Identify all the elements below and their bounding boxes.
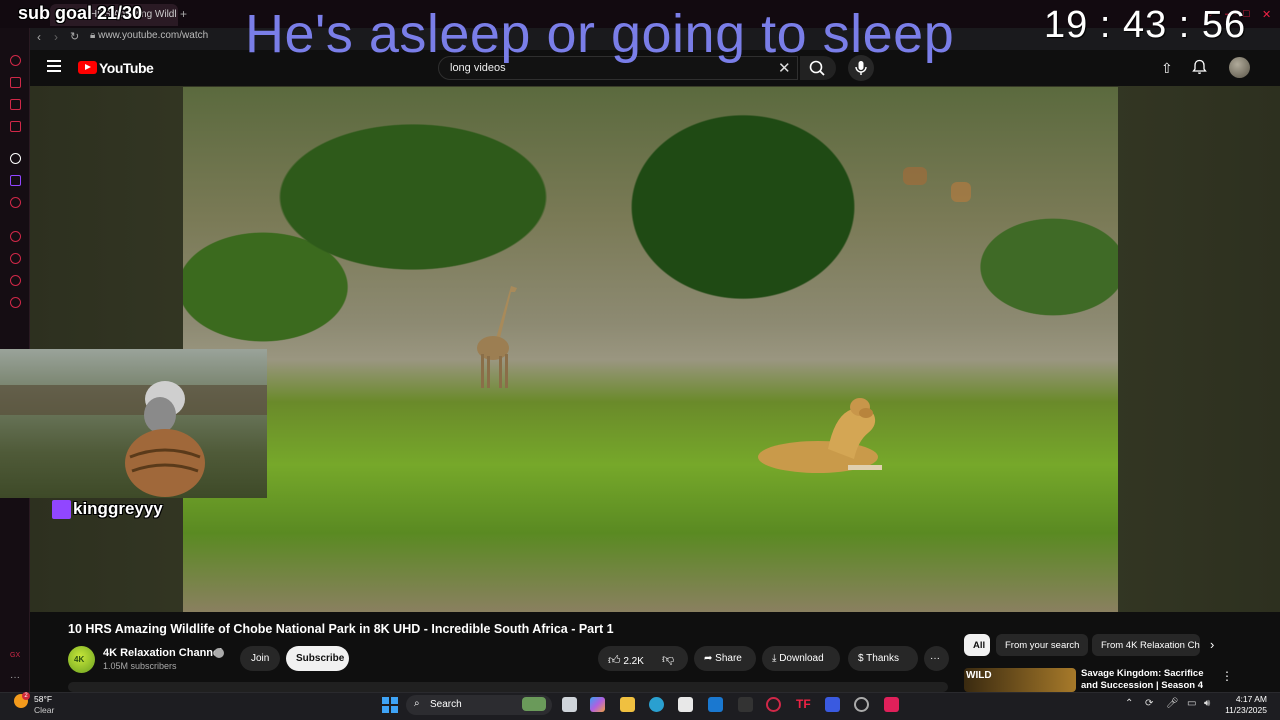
join-button[interactable]: Join bbox=[240, 646, 280, 671]
channel-name[interactable]: 4K Relaxation Channel bbox=[103, 647, 222, 659]
sidebar-gx-icon[interactable]: GX bbox=[10, 652, 20, 659]
more-actions-button[interactable]: ··· bbox=[924, 646, 949, 671]
download-label: Download bbox=[779, 653, 824, 664]
sidebar-media-icon[interactable] bbox=[10, 121, 21, 132]
like-count: 2.2K bbox=[623, 656, 644, 667]
like-button[interactable]: 👍︎ 2.2K bbox=[608, 653, 644, 667]
tf-app-icon[interactable]: TF bbox=[796, 697, 811, 712]
obs-icon[interactable] bbox=[854, 697, 869, 712]
sidebar-clock-icon[interactable] bbox=[10, 253, 21, 264]
tray-mic-icon[interactable]: 🎤︎ bbox=[1166, 698, 1179, 709]
sidebar-aria-icon[interactable] bbox=[10, 153, 21, 164]
sidebar-chat-icon[interactable] bbox=[10, 275, 21, 286]
weather-temperature[interactable]: 58°F bbox=[34, 694, 52, 704]
twitch-icon bbox=[52, 500, 71, 519]
lioness-figure bbox=[758, 398, 882, 473]
chip-from-channel[interactable]: From 4K Relaxation Channel bbox=[1092, 634, 1200, 656]
like-dislike-group: 👍︎ 2.2K 👎︎ bbox=[598, 646, 688, 671]
lock-icon: 🔒︎ bbox=[90, 30, 99, 41]
youtube-logo-icon[interactable] bbox=[78, 61, 97, 74]
opera-gx-icon[interactable] bbox=[766, 697, 781, 712]
sidebar-music-icon[interactable] bbox=[10, 197, 21, 208]
thumbs-down-icon: 👎︎ bbox=[662, 652, 675, 666]
chip-from-your-search[interactable]: From your search bbox=[996, 634, 1088, 656]
share-button[interactable]: ➦ Share bbox=[694, 646, 756, 671]
video-player[interactable] bbox=[183, 87, 1118, 612]
subscriber-count: 1.05M subscribers bbox=[103, 661, 177, 671]
app-icon[interactable] bbox=[738, 697, 753, 712]
antelope-figure bbox=[951, 182, 971, 202]
forward-icon[interactable]: › bbox=[54, 30, 58, 44]
outlook-icon[interactable] bbox=[708, 697, 723, 712]
more-horizontal-icon: ··· bbox=[930, 653, 940, 664]
close-window-icon[interactable]: ✕ bbox=[1262, 8, 1271, 21]
tray-clock-date[interactable]: 11/23/2025 bbox=[1224, 705, 1267, 715]
sidebar-player-icon[interactable] bbox=[10, 231, 21, 242]
thanks-icon: $ bbox=[858, 653, 867, 664]
file-explorer-icon[interactable] bbox=[620, 697, 635, 712]
share-label: Share bbox=[715, 653, 742, 664]
video-title: 10 HRS Amazing Wildlife of Chobe Nationa… bbox=[68, 622, 614, 636]
sidebar-messenger-icon[interactable] bbox=[10, 99, 21, 110]
windows-start-icon[interactable] bbox=[382, 697, 398, 713]
chevron-right-icon[interactable]: › bbox=[1210, 637, 1214, 652]
stream-caption-overlay: He's asleep or going to sleep bbox=[245, 4, 955, 64]
search-highlight-icon bbox=[522, 697, 546, 711]
tray-display-icon[interactable]: ▭ bbox=[1187, 698, 1196, 709]
weather-notification-badge: 2 bbox=[22, 692, 30, 700]
streamer-name: kinggreyyy bbox=[73, 499, 163, 518]
dislike-button[interactable]: 👎︎ bbox=[662, 652, 674, 667]
taskbar-search-label: Search bbox=[430, 699, 462, 710]
chip-all[interactable]: All bbox=[964, 634, 990, 656]
verified-badge-icon bbox=[214, 648, 224, 658]
subscribe-button[interactable]: Subscribe bbox=[286, 646, 349, 671]
thumbs-up-icon: 👍︎ bbox=[608, 653, 621, 667]
taskbar-search[interactable]: ⌕ Search bbox=[406, 695, 552, 715]
tray-volume-icon[interactable]: 🔊︎ bbox=[1204, 698, 1210, 709]
youtube-logo-text[interactable]: YouTube bbox=[99, 60, 154, 76]
webcam-overlay bbox=[0, 349, 267, 498]
windows-taskbar bbox=[0, 692, 1280, 720]
giraffe-figure bbox=[477, 286, 517, 388]
tray-clock-time[interactable]: 4:17 AM bbox=[1230, 694, 1267, 704]
account-avatar[interactable] bbox=[1229, 57, 1250, 78]
sidebar-more-icon[interactable]: ··· bbox=[10, 672, 20, 683]
copilot-icon[interactable] bbox=[590, 697, 605, 712]
tiktok-icon[interactable] bbox=[884, 697, 899, 712]
thumbnail-label: WILD bbox=[966, 670, 992, 681]
app-blue-icon[interactable] bbox=[825, 697, 840, 712]
webcam-avatar-character bbox=[125, 381, 205, 497]
share-icon: ➦ bbox=[704, 653, 716, 664]
more-vertical-icon[interactable]: ⋮ bbox=[1221, 669, 1233, 683]
antelope-figure bbox=[903, 167, 927, 185]
reload-icon[interactable]: ↻ bbox=[70, 30, 79, 43]
sidebar-shopping-icon[interactable] bbox=[10, 77, 21, 88]
new-tab-icon[interactable]: + bbox=[180, 7, 187, 21]
thanks-label: Thanks bbox=[866, 653, 899, 664]
task-view-icon[interactable] bbox=[562, 697, 577, 712]
edge-icon[interactable] bbox=[649, 697, 664, 712]
tray-overflow-icon[interactable]: ⌃ bbox=[1125, 698, 1133, 709]
recommended-video-title[interactable]: Savage Kingdom: Sacrifice and Succession… bbox=[1081, 668, 1221, 692]
channel-avatar-text: 4K bbox=[74, 655, 85, 664]
back-icon[interactable]: ‹ bbox=[37, 30, 41, 44]
tray-sync-icon[interactable]: ⟳ bbox=[1145, 698, 1153, 709]
url-text: www.youtube.com/watch bbox=[98, 30, 209, 41]
sidebar-twitch-icon[interactable] bbox=[10, 175, 21, 186]
download-button[interactable]: ⤓ Download bbox=[762, 646, 840, 671]
create-upload-icon[interactable]: ⇧ bbox=[1161, 60, 1173, 77]
taskbar-search-icon: ⌕ bbox=[414, 698, 420, 709]
sidebar-history-icon[interactable] bbox=[10, 55, 21, 66]
description-panel-edge[interactable] bbox=[68, 682, 948, 692]
channel-avatar[interactable]: 4K bbox=[68, 646, 95, 673]
store-icon[interactable] bbox=[678, 697, 693, 712]
hamburger-menu-icon[interactable] bbox=[47, 60, 61, 72]
sub-goal-overlay: sub goal 21/30 bbox=[18, 3, 143, 23]
streamer-name-label: kinggreyyy bbox=[73, 499, 163, 519]
notifications-bell-icon[interactable] bbox=[1192, 59, 1207, 78]
weather-condition: Clear bbox=[34, 705, 55, 715]
sidebar-settings-icon[interactable] bbox=[10, 297, 21, 308]
clock-overlay: 19 : 43 : 56 bbox=[1044, 4, 1247, 46]
thanks-button[interactable]: $ Thanks bbox=[848, 646, 918, 671]
